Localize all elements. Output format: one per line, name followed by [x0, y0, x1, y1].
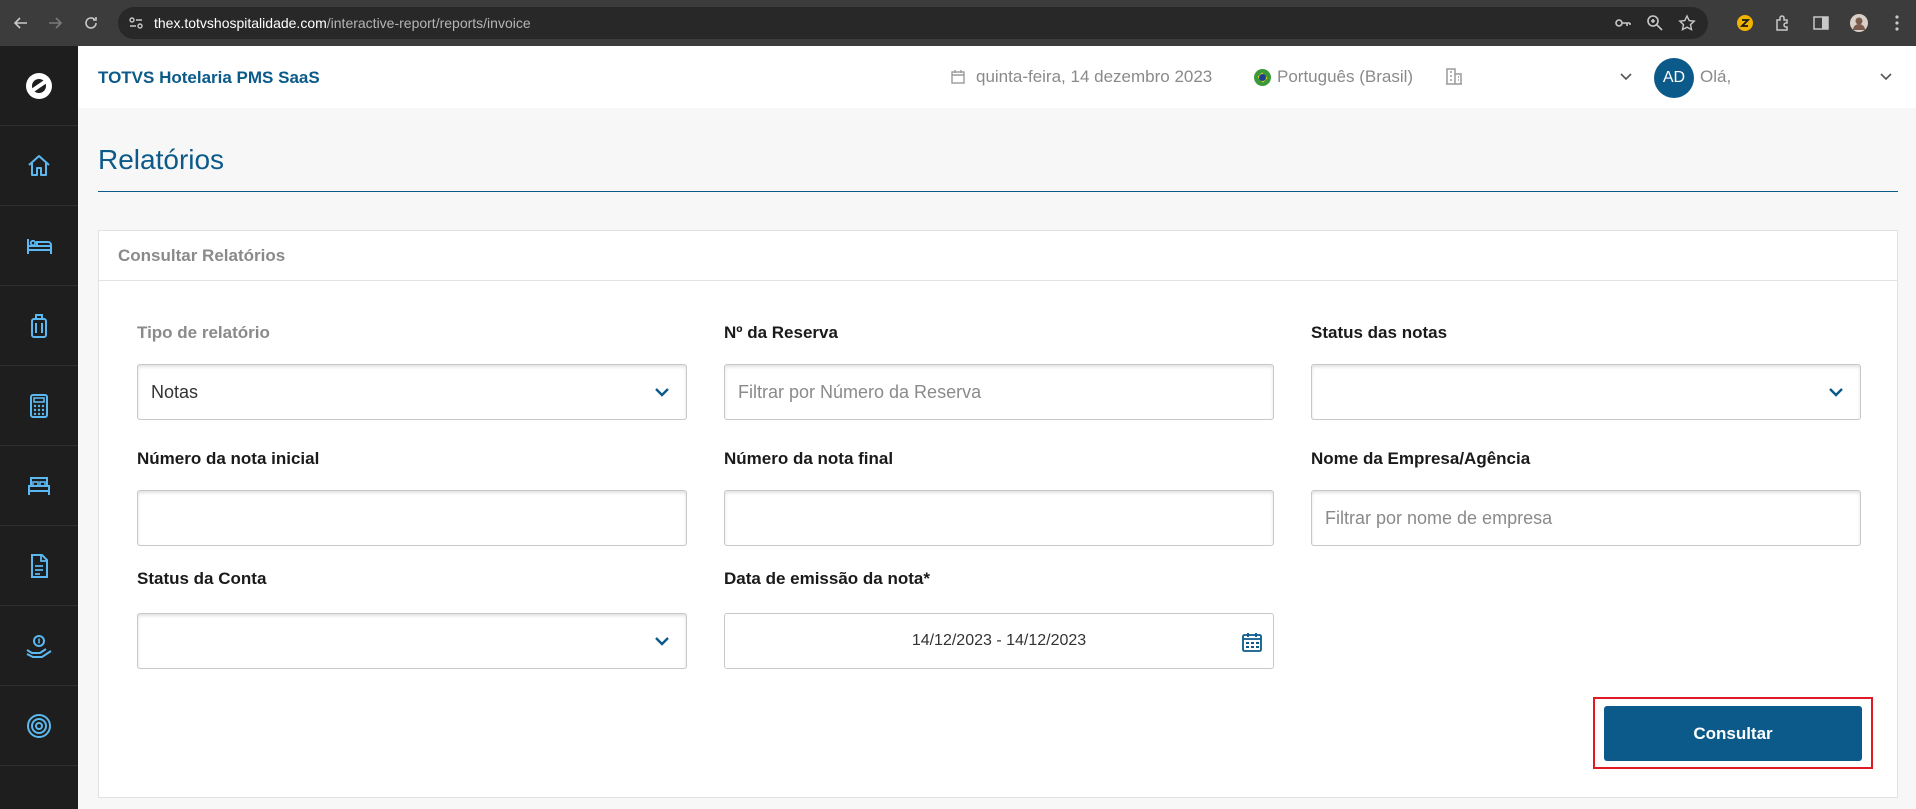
forward-icon[interactable] [40, 8, 70, 38]
status-conta-select[interactable] [137, 613, 687, 669]
totvs-logo-icon[interactable] [0, 46, 78, 126]
address-bar[interactable]: thex.totvshospitalidade.com/interactive-… [118, 7, 1708, 39]
status-notas-label: Status das notas [1311, 323, 1448, 342]
consultar-button[interactable]: Consultar [1604, 706, 1862, 761]
sidebar-item-reports[interactable] [0, 526, 78, 606]
building-icon[interactable] [1444, 66, 1464, 86]
empresa-input[interactable]: Filtrar por nome de empresa [1311, 490, 1861, 546]
url-host: thex.totvshospitalidade.com [154, 15, 327, 31]
sidebar-item-home[interactable] [0, 126, 78, 206]
double-bed-icon [28, 476, 50, 495]
card-title: Consultar Relatórios [99, 231, 1897, 281]
data-emissao-range-input[interactable]: 14/12/2023 - 14/12/2023 [724, 613, 1274, 669]
extension-z-icon[interactable] [1734, 8, 1756, 38]
header-date-text: quinta-feira, 14 dezembro 2023 [976, 67, 1213, 86]
home-icon [28, 154, 50, 176]
extensions-puzzle-icon[interactable] [1772, 8, 1794, 38]
side-panel-icon[interactable] [1810, 8, 1832, 38]
calendar-icon [951, 70, 965, 84]
browser-menu-icon[interactable] [1886, 8, 1908, 38]
page-title: Relatórios [98, 144, 225, 175]
sidebar-item-housekeeping[interactable] [0, 446, 78, 526]
sidebar-item-finance[interactable] [0, 606, 78, 686]
app-brand[interactable]: TOTVS Hotelaria PMS SaaS [98, 68, 320, 88]
empresa-placeholder: Filtrar por nome de empresa [1325, 507, 1553, 528]
browser-actions [1734, 8, 1908, 38]
chevron-down-icon [655, 388, 669, 397]
nota-final-input[interactable] [724, 490, 1274, 546]
luggage-icon [31, 313, 47, 338]
greeting-text: Olá, [1700, 67, 1732, 86]
nota-inicial-input[interactable] [137, 490, 687, 546]
zoom-icon[interactable] [1646, 14, 1664, 32]
avatar[interactable]: AD [1654, 58, 1694, 98]
money-hand-icon [26, 634, 52, 658]
reload-icon[interactable] [76, 8, 106, 38]
site-info-icon[interactable] [128, 15, 144, 31]
sidebar [0, 46, 78, 809]
language-selector[interactable]: Português (Brasil) [1254, 67, 1413, 87]
profile-avatar-icon[interactable] [1848, 8, 1870, 38]
chevron-down-icon [1829, 388, 1843, 397]
chevron-down-icon [655, 637, 669, 646]
reserva-label: Nº da Reserva [724, 323, 838, 342]
key-icon[interactable] [1614, 14, 1632, 32]
back-icon[interactable] [6, 8, 36, 38]
calculator-icon [30, 393, 48, 418]
status-conta-label: Status da Conta [137, 569, 267, 588]
sidebar-item-settings[interactable] [0, 686, 78, 766]
document-icon [31, 553, 48, 578]
app-header: TOTVS Hotelaria PMS SaaS quinta-feira, 1… [78, 46, 1916, 108]
tipo-relatorio-label: Tipo de relatório [137, 323, 270, 342]
url-path: /interactive-report/reports/invoice [326, 15, 531, 31]
property-chevron-down-icon[interactable] [1616, 66, 1636, 86]
tipo-relatorio-select[interactable]: Notas [137, 364, 687, 420]
data-emissao-value: 14/12/2023 - 14/12/2023 [911, 632, 1087, 649]
empresa-label: Nome da Empresa/Agência [1311, 449, 1531, 468]
title-divider [98, 191, 1898, 192]
sidebar-item-rooms[interactable] [0, 206, 78, 286]
language-label: Português (Brasil) [1277, 67, 1414, 86]
user-menu-chevron-down-icon[interactable] [1876, 66, 1896, 86]
address-bar-actions [1614, 14, 1696, 32]
reserva-placeholder: Filtrar por Número da Reserva [738, 381, 982, 402]
browser-toolbar: thex.totvshospitalidade.com/interactive-… [0, 0, 1916, 46]
brazil-flag-icon [1254, 68, 1271, 86]
tipo-relatorio-value: Notas [151, 381, 199, 402]
data-emissao-label: Data de emissão da nota* [724, 569, 930, 588]
header-date: quinta-feira, 14 dezembro 2023 [950, 67, 1212, 87]
bed-icon [27, 238, 52, 254]
nota-final-label: Número da nota final [724, 449, 894, 468]
sidebar-item-luggage[interactable] [0, 286, 78, 366]
reserva-input[interactable]: Filtrar por Número da Reserva [724, 364, 1274, 420]
url-text: thex.totvshospitalidade.com/interactive-… [154, 15, 531, 31]
calendar-icon[interactable] [1241, 631, 1263, 653]
bookmark-star-icon[interactable] [1678, 14, 1696, 32]
status-notas-select[interactable] [1311, 364, 1861, 420]
sidebar-item-billing[interactable] [0, 366, 78, 446]
nota-inicial-label: Número da nota inicial [137, 449, 320, 468]
target-icon [27, 713, 51, 738]
